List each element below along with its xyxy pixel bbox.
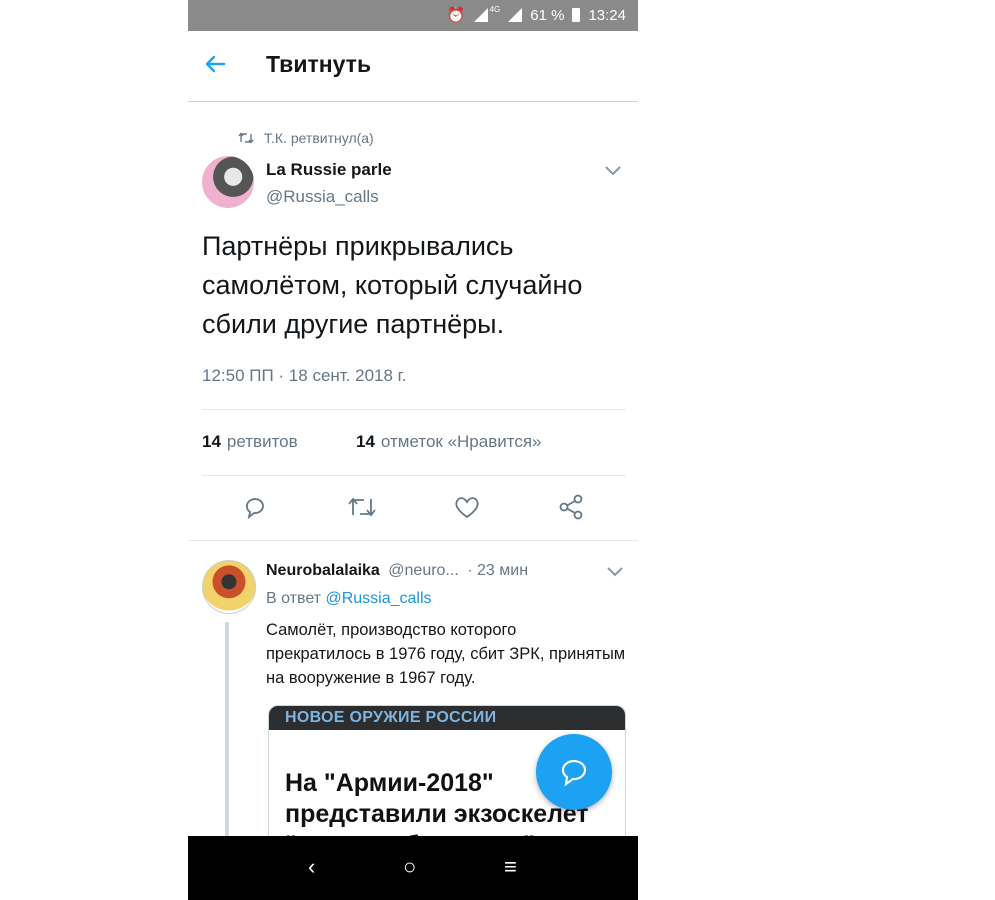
reply-author-handle[interactable]: @neuro... bbox=[388, 562, 459, 579]
app-bar: Твитнуть bbox=[188, 31, 638, 102]
reply-avatar[interactable] bbox=[202, 560, 256, 614]
author-handle[interactable]: @Russia_calls bbox=[266, 187, 392, 207]
nav-home-button[interactable]: ○ bbox=[403, 854, 416, 880]
reply-mention-link[interactable]: @Russia_calls bbox=[325, 590, 431, 607]
divider bbox=[202, 409, 626, 410]
navigation-bar: ‹ ○ ≡ bbox=[188, 836, 638, 900]
compose-button[interactable] bbox=[536, 734, 612, 810]
signal-icon bbox=[473, 8, 488, 22]
divider bbox=[188, 540, 638, 541]
author-avatar[interactable] bbox=[202, 156, 254, 208]
retweeted-by-label: Т.К. ретвитнул(а) bbox=[264, 130, 374, 146]
chevron-down-icon[interactable] bbox=[606, 566, 624, 578]
clock: 13:24 bbox=[588, 6, 626, 24]
nav-menu-button[interactable]: ≡ bbox=[504, 854, 517, 880]
tweet-text: Партнёры прикрывались самолётом, который… bbox=[202, 231, 583, 339]
in-reply-to: В ответ @Russia_calls bbox=[266, 590, 432, 607]
compose-reply-icon bbox=[561, 759, 587, 787]
retweet-icon[interactable] bbox=[346, 493, 378, 521]
thread-line bbox=[225, 622, 229, 842]
share-icon[interactable] bbox=[558, 493, 586, 521]
reply-header: Neurobalalaika @neuro... · 23 мин bbox=[266, 562, 528, 580]
card-band: НОВОЕ ОРУЖИЕ РОССИИ bbox=[269, 706, 625, 730]
reply-text: Самолёт, производство которого прекратил… bbox=[266, 621, 626, 687]
status-bar: ⏰ 4G 61 % 13:24 bbox=[188, 0, 638, 31]
likes-stat[interactable]: 14 отметок «Нравится» bbox=[356, 432, 542, 452]
battery-icon bbox=[572, 8, 581, 22]
retweet-small-icon bbox=[238, 132, 254, 144]
signal-icon-2 bbox=[508, 8, 523, 22]
reply-time: · 23 мин bbox=[467, 562, 529, 579]
nav-back-button[interactable]: ‹ bbox=[308, 854, 315, 880]
retweet-context: Т.К. ретвитнул(а) bbox=[238, 130, 374, 146]
tweet-stats: 14 ретвитов 14 отметок «Нравится» bbox=[202, 432, 542, 452]
chevron-down-icon[interactable] bbox=[604, 165, 622, 177]
reply-author-name[interactable]: Neurobalalaika bbox=[266, 562, 380, 579]
divider bbox=[202, 475, 626, 476]
phone-screen: ⏰ 4G 61 % 13:24 Твитнуть Т.К. ретвитнул(… bbox=[188, 0, 638, 900]
back-arrow-icon[interactable] bbox=[200, 49, 230, 79]
heart-icon[interactable] bbox=[452, 493, 482, 521]
battery-percent: 61 % bbox=[530, 6, 565, 24]
page-title: Твитнуть bbox=[266, 51, 372, 77]
tweet-timestamp[interactable]: 12:50 ПП · 18 сент. 2018 г. bbox=[202, 366, 407, 386]
alarm-icon: ⏰ bbox=[446, 7, 466, 24]
author-block[interactable]: La Russie parle @Russia_calls bbox=[266, 160, 392, 207]
reply-icon[interactable] bbox=[241, 493, 269, 521]
author-name[interactable]: La Russie parle bbox=[266, 160, 392, 180]
retweets-stat[interactable]: 14 ретвитов bbox=[202, 432, 298, 451]
network-type: 4G bbox=[489, 4, 501, 14]
